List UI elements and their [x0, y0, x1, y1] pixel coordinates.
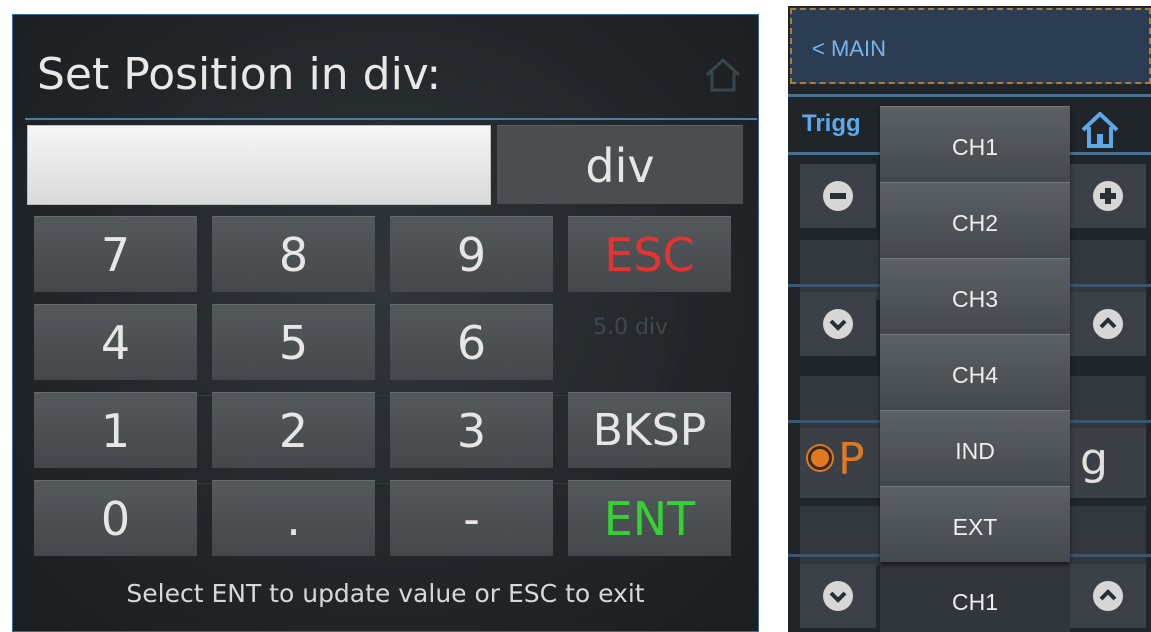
chevron-up-icon — [1093, 581, 1123, 611]
hint-text: Select ENT to update value or ESC to exi… — [126, 579, 645, 608]
source-up-button[interactable] — [1070, 564, 1146, 628]
title-divider — [25, 118, 757, 120]
dropdown-option-ch3[interactable]: CH3 — [880, 258, 1070, 334]
dropdown-option-ext[interactable]: EXT — [880, 486, 1070, 562]
main-nav-bar[interactable]: < MAIN — [790, 8, 1151, 84]
home-icon — [705, 57, 741, 92]
trigger-panel: < MAIN Trigg P g CH1 CH1 CH2 CH3 CH4 IND… — [788, 6, 1151, 632]
enter-button[interactable]: ENT — [568, 480, 731, 556]
mode-up-button[interactable] — [1070, 292, 1146, 356]
background-position-value: 5.0 div — [593, 315, 669, 340]
chevron-down-icon — [823, 309, 853, 339]
keypad-dialog: 5.0 div Set Position in div: div 7 8 9 E… — [12, 14, 759, 632]
minus-icon — [823, 181, 853, 211]
dropdown-option-ind[interactable]: IND — [880, 410, 1070, 486]
key-7[interactable]: 7 — [34, 216, 197, 292]
key-decimal[interactable]: . — [212, 480, 375, 556]
key-2[interactable]: 2 — [212, 392, 375, 468]
edge-label-fragment: P — [838, 434, 865, 485]
key-minus[interactable]: - — [390, 480, 553, 556]
key-8[interactable]: 8 — [212, 216, 375, 292]
mode-down-button[interactable] — [800, 292, 876, 356]
esc-button[interactable]: ESC — [568, 216, 731, 292]
plus-button[interactable] — [1070, 164, 1146, 228]
key-0[interactable]: 0 — [34, 480, 197, 556]
current-source-value[interactable]: CH1 — [880, 566, 1070, 632]
divider — [788, 94, 1151, 97]
key-6[interactable]: 6 — [390, 304, 553, 380]
radio-selected-icon[interactable] — [808, 446, 832, 470]
dialog-title: Set Position in div: — [37, 49, 442, 100]
key-3[interactable]: 3 — [390, 392, 553, 468]
unit-label: div — [497, 125, 743, 204]
edge-label-fragment-right: g — [1080, 434, 1108, 485]
key-4[interactable]: 4 — [34, 304, 197, 380]
dropdown-option-ch4[interactable]: CH4 — [880, 334, 1070, 410]
back-to-main-link[interactable]: < MAIN — [812, 36, 886, 62]
source-down-button[interactable] — [800, 564, 876, 628]
home-icon[interactable] — [1080, 110, 1120, 150]
key-1[interactable]: 1 — [34, 392, 197, 468]
backspace-button[interactable]: BKSP — [568, 392, 731, 468]
chevron-up-icon — [1093, 309, 1123, 339]
trigger-section-label: Trigg — [802, 110, 861, 137]
plus-icon — [1093, 181, 1123, 211]
dropdown-option-ch1[interactable]: CH1 — [880, 106, 1070, 182]
key-5[interactable]: 5 — [212, 304, 375, 380]
minus-button[interactable] — [800, 164, 876, 228]
chevron-down-icon — [823, 581, 853, 611]
key-9[interactable]: 9 — [390, 216, 553, 292]
value-input[interactable] — [27, 125, 491, 205]
dropdown-option-ch2[interactable]: CH2 — [880, 182, 1070, 258]
